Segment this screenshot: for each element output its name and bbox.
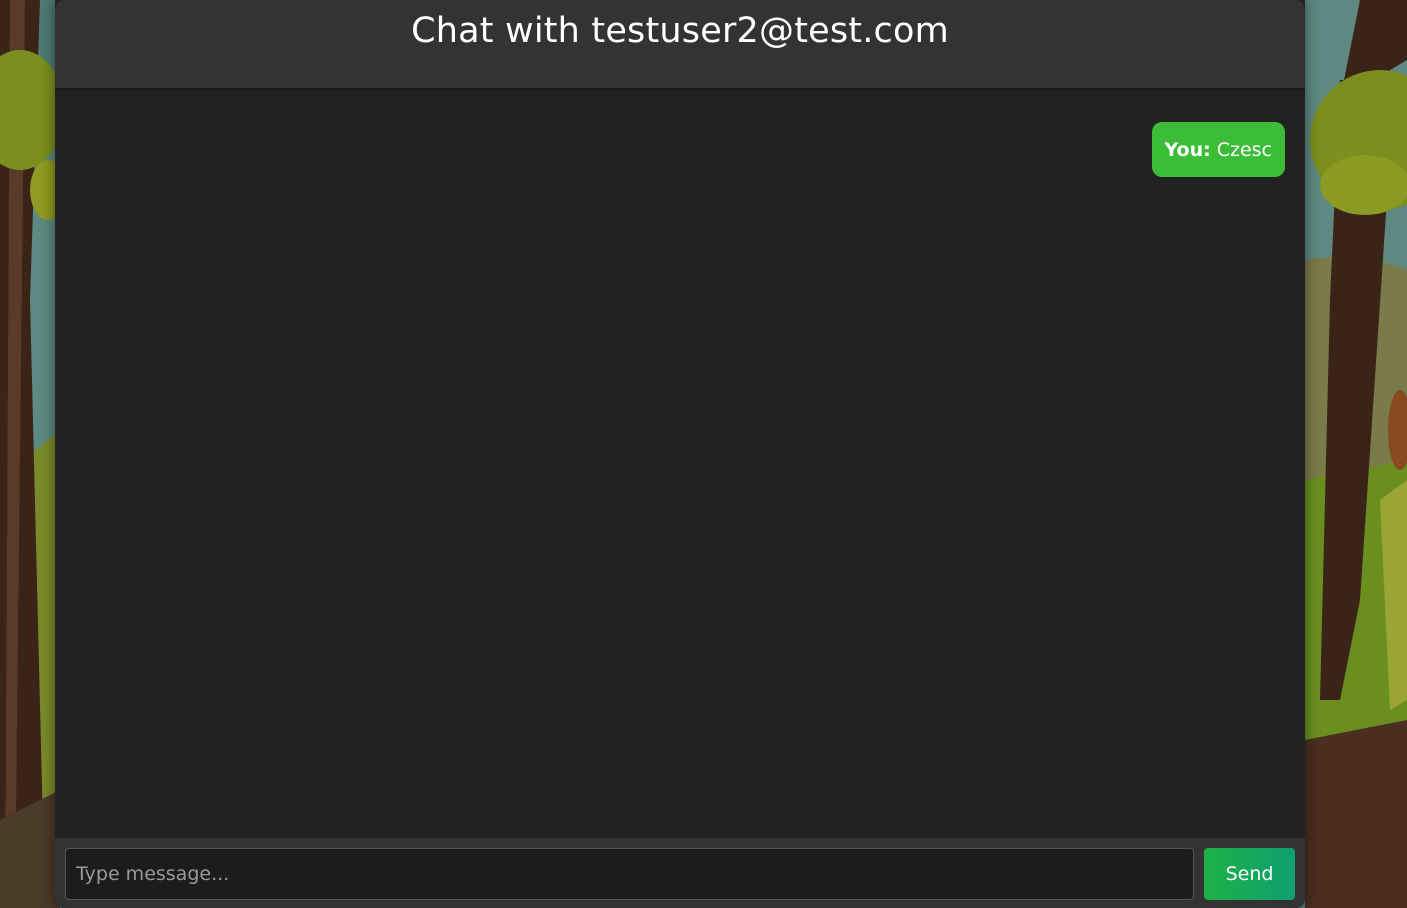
chat-header: Chat with testuser2@test.com	[55, 0, 1305, 90]
message-composer: Send	[55, 838, 1305, 908]
chat-title: Chat with testuser2@test.com	[411, 11, 949, 51]
message-text: Czesc	[1216, 138, 1272, 161]
chat-window: Chat with testuser2@test.com You: Czesc …	[55, 0, 1305, 908]
message-bubble: You: Czesc	[1151, 122, 1285, 177]
message-list[interactable]: You: Czesc	[55, 90, 1305, 838]
message-sender: You:	[1164, 138, 1211, 161]
message-input[interactable]	[65, 848, 1194, 900]
send-button[interactable]: Send	[1204, 848, 1295, 900]
